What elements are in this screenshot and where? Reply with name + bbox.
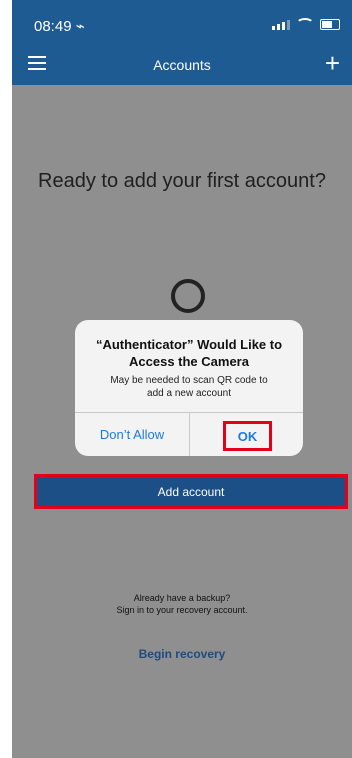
dialog-title: “Authenticator” Would Like to Access the… <box>83 336 295 370</box>
status-time: 08:49 ⌁ <box>34 18 85 35</box>
page-title: Accounts <box>153 57 211 73</box>
dialog-message: May be needed to scan QR code to add a n… <box>85 374 293 400</box>
status-icons <box>272 18 340 30</box>
backup-instruction: Sign in to your recovery account. <box>116 605 248 615</box>
camera-permission-dialog: “Authenticator” Would Like to Access the… <box>75 320 303 456</box>
nav-bar: Accounts + <box>12 44 352 85</box>
begin-recovery-link[interactable]: Begin recovery <box>12 647 352 661</box>
phone-screen: 08:49 ⌁ Accounts + Ready to add your fir… <box>12 0 352 758</box>
dialog-message-line-1: May be needed to scan QR code to <box>110 375 268 386</box>
add-account-button[interactable]: Add account <box>34 474 348 509</box>
dialog-divider-vertical <box>189 413 190 456</box>
loading-spinner-icon <box>171 279 205 313</box>
dont-allow-button[interactable]: Don’t Allow <box>75 413 189 456</box>
dialog-message-line-2: add a new account <box>147 388 231 399</box>
wifi-icon <box>296 18 314 30</box>
app-header: 08:49 ⌁ Accounts + <box>12 0 352 85</box>
ok-button[interactable]: OK <box>223 421 272 451</box>
backup-question: Already have a backup? <box>133 593 231 603</box>
empty-state-headline: Ready to add your first account? <box>38 170 326 192</box>
add-icon[interactable]: + <box>325 50 340 76</box>
battery-icon <box>320 18 340 30</box>
status-bar: 08:49 ⌁ <box>12 0 352 44</box>
signal-icon <box>272 18 290 30</box>
dialog-title-line-1: “Authenticator” Would Like to <box>95 337 283 352</box>
dialog-title-line-2: Access the Camera <box>129 354 249 369</box>
